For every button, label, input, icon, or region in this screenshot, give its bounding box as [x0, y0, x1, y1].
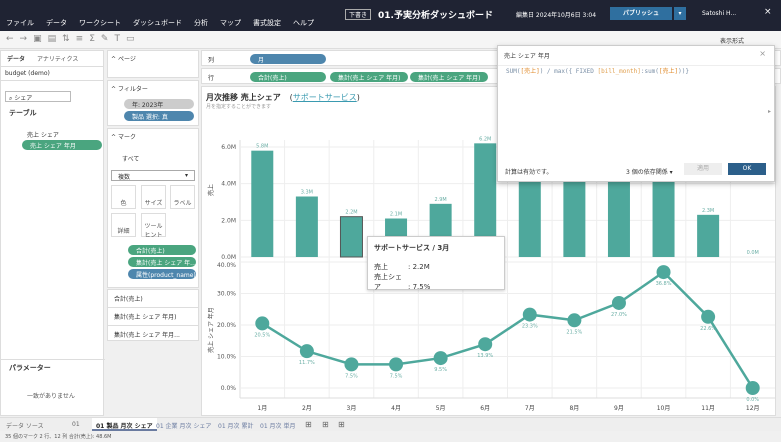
bar	[295, 196, 318, 257]
share-point	[611, 295, 626, 310]
formula-editor[interactable]: SUM([売上]) / max({ FIXED [bill_month]:sum…	[506, 66, 768, 156]
formula-field: [売上]	[520, 68, 540, 75]
x-tick-label: 5月	[436, 405, 446, 412]
share-label: 27.0%	[611, 312, 627, 318]
tab-dashboard-01[interactable]: 01	[72, 421, 80, 428]
share-point	[478, 337, 493, 352]
share-label: 22.6%	[700, 326, 716, 332]
line-axis-tick: 40.0%	[217, 262, 236, 269]
tooltip: サポートサービス / 3月 売上 : 2.2M 売上シェア : 7.5%	[367, 236, 505, 291]
dependencies-dropdown[interactable]: 3 個の依存関係 ▾	[626, 167, 673, 176]
tooltip-title: サポートサービス / 3月	[374, 244, 450, 252]
bar-label: 5.8M	[256, 144, 268, 150]
sheet-tabs: データ ソース 01 01 製品 月次 シェア 01 企業 月次 シェア 01 …	[0, 417, 781, 431]
share-label: 7.5%	[390, 373, 403, 379]
share-point	[389, 357, 404, 372]
x-tick-label: 9月	[614, 405, 624, 412]
bar-axis-tick: 2.0M	[221, 217, 236, 224]
line-axis-tick: 30.0%	[217, 291, 236, 298]
bar-label: 2.9M	[434, 197, 446, 203]
ok-button[interactable]: OK	[728, 163, 766, 175]
formula-field: [売上]	[658, 68, 679, 75]
tab-monthly-single[interactable]: 01 月次 単月	[260, 421, 295, 430]
tooltip-key: 売上シェア	[374, 273, 402, 291]
share-point	[433, 351, 448, 366]
share-label: 7.5%	[345, 373, 358, 379]
share-label: 13.9%	[477, 353, 493, 359]
share-point	[522, 307, 537, 322]
x-tick-label: 12月	[746, 405, 760, 412]
bar-axis-title: 売上	[207, 184, 215, 196]
tooltip-key: 売上	[374, 263, 388, 271]
line-axis-title: 売上 シェア 年月	[207, 307, 215, 353]
x-tick-label: 4月	[391, 405, 401, 412]
bar-label: 0.0M	[747, 250, 759, 256]
tab-monthly-cumulative[interactable]: 01 月次 累計	[218, 421, 253, 430]
bar	[339, 216, 363, 258]
share-point	[567, 313, 582, 328]
x-tick-label: 7月	[525, 405, 535, 412]
share-label: 23.3%	[522, 324, 538, 330]
formula-token: ) / max({ FIXED	[539, 68, 598, 75]
x-tick-label: 2月	[302, 405, 312, 412]
datasource-tab[interactable]: データ ソース	[6, 421, 44, 430]
bar-axis-tick: 4.0M	[221, 181, 236, 188]
tooltip-value: : 2.2M	[408, 263, 430, 271]
new-dashboard-icon[interactable]: ⊞	[322, 420, 329, 429]
x-tick-label: 10月	[657, 405, 671, 412]
calculation-dialog: 売上 シェア 年月 × SUM([売上]) / max({ FIXED [bil…	[497, 45, 775, 182]
share-label: 21.5%	[566, 329, 582, 335]
calc-status: 計算は有効です。	[505, 169, 553, 176]
bar-axis-tick: 6.0M	[221, 144, 236, 151]
line-axis-tick: 10.0%	[217, 354, 236, 361]
share-label: 0.0%	[746, 397, 759, 403]
new-sheet-icon[interactable]: ⊞	[305, 420, 312, 429]
share-point	[656, 265, 671, 280]
share-point	[745, 381, 760, 395]
expand-arrow-icon[interactable]: ▸	[768, 108, 771, 115]
bar-label: 2.1M	[390, 212, 402, 218]
bar-label: 6.2M	[479, 136, 491, 142]
bar-label: 2.3M	[702, 208, 714, 214]
status-bar: 35 個のマーク 2 行、12 列 合計(売上): 48.6M	[5, 434, 112, 440]
line-axis-tick: 0.0%	[221, 385, 237, 392]
share-point	[344, 357, 359, 372]
line-axis-tick: 20.0%	[217, 322, 236, 329]
bar	[251, 150, 274, 257]
share-point	[299, 344, 314, 359]
share-label: 11.7%	[299, 360, 315, 366]
share-label: 36.8%	[656, 281, 672, 287]
share-label: 20.5%	[254, 332, 270, 338]
calc-title[interactable]: 売上 シェア 年月	[498, 46, 774, 66]
tab-company-share[interactable]: 01 企業 月次 シェア	[156, 421, 211, 430]
x-tick-label: 11月	[701, 405, 715, 412]
formula-token: SUM(	[506, 68, 521, 75]
share-point	[701, 309, 716, 324]
formula-field: [bill_month]	[597, 68, 641, 75]
bar	[697, 214, 720, 257]
tooltip-value: : 7.5%	[408, 283, 431, 291]
share-point	[255, 316, 270, 331]
x-tick-label: 8月	[569, 405, 579, 412]
bar-label: 3.3M	[301, 190, 313, 196]
tab-product-share[interactable]: 01 製品 月次 シェア	[92, 418, 157, 431]
close-icon[interactable]: ×	[759, 49, 766, 58]
bar-label: 2.2M	[345, 210, 357, 216]
share-label: 9.5%	[434, 367, 447, 373]
x-tick-label: 1月	[257, 405, 267, 412]
bar-axis-tick: 0.0M	[221, 254, 236, 261]
apply-button[interactable]: 適用	[684, 163, 722, 175]
x-tick-label: 3月	[347, 405, 357, 412]
formula-token: ))}	[678, 68, 689, 75]
formula-token: :sum(	[640, 68, 659, 75]
new-story-icon[interactable]: ⊞	[338, 420, 345, 429]
x-tick-label: 6月	[480, 405, 490, 412]
